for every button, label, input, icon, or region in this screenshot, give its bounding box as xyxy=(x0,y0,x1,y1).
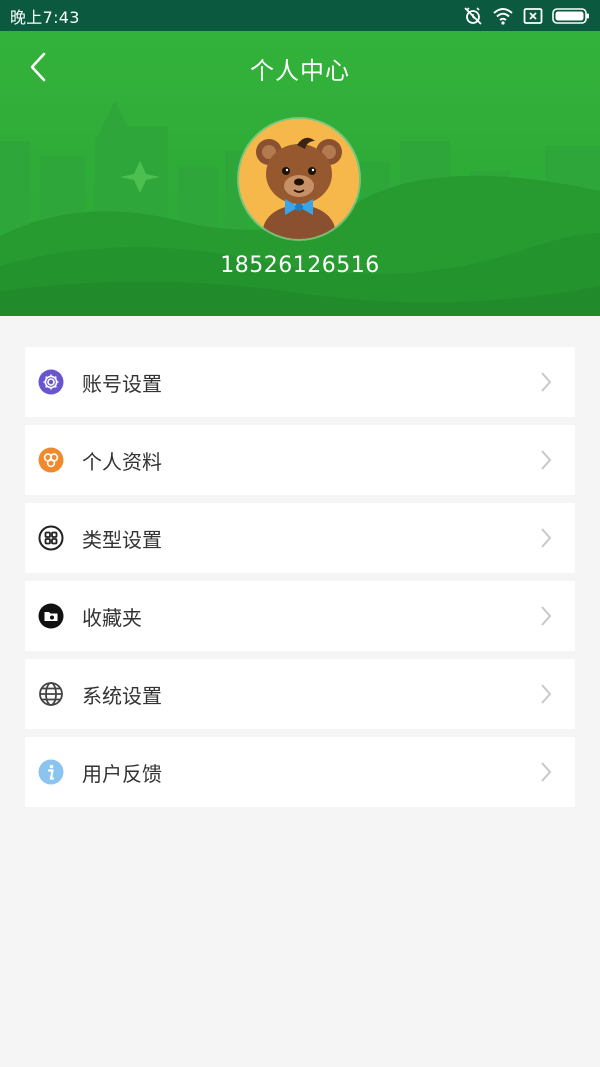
folder-icon xyxy=(38,603,64,629)
chevron-right-icon xyxy=(539,371,553,397)
status-time: 晚上7:43 xyxy=(10,7,80,27)
wifi-icon xyxy=(492,7,514,25)
status-bar: 晚上7:43 xyxy=(0,0,600,31)
alarm-off-icon xyxy=(463,6,483,26)
menu-item-personal-profile[interactable]: 个人资料 xyxy=(25,425,575,495)
phone-number: 18526126516 xyxy=(220,253,380,278)
menu-item-label: 收藏夹 xyxy=(82,605,142,630)
menu-item-label: 个人资料 xyxy=(82,449,162,474)
chevron-right-icon xyxy=(539,683,553,709)
menu-item-label: 系统设置 xyxy=(82,683,162,708)
chevron-right-icon xyxy=(539,527,553,553)
menu-item-favorites[interactable]: 收藏夹 xyxy=(25,581,575,651)
menu-item-user-feedback[interactable]: 用户反馈 xyxy=(25,737,575,807)
info-icon xyxy=(38,759,64,785)
menu-item-type-settings[interactable]: 类型设置 xyxy=(25,503,575,573)
battery-icon xyxy=(552,7,590,25)
gear-icon xyxy=(38,369,64,395)
status-icons xyxy=(463,6,590,26)
avatar[interactable] xyxy=(239,119,359,239)
chevron-right-icon xyxy=(539,605,553,631)
bear-avatar-icon xyxy=(239,119,359,239)
grid-icon xyxy=(38,525,64,551)
menu-item-system-settings[interactable]: 系统设置 xyxy=(25,659,575,729)
sim-x-icon xyxy=(523,7,543,25)
chevron-right-icon xyxy=(539,449,553,475)
menu-item-label: 账号设置 xyxy=(82,371,162,396)
menu-item-label: 类型设置 xyxy=(82,527,162,552)
menu-item-label: 用户反馈 xyxy=(82,761,162,786)
globe-icon xyxy=(38,681,64,707)
chevron-right-icon xyxy=(539,761,553,787)
page-title: 个人中心 xyxy=(250,57,350,85)
menu-item-account-settings[interactable]: 账号设置 xyxy=(25,347,575,417)
profile-header: 个人中心 18526126516 xyxy=(0,31,600,316)
profile-icon xyxy=(38,447,64,473)
settings-menu: 账号设置 个人资料 类型设置 收藏夹 系统设置 用户反馈 xyxy=(25,347,575,815)
